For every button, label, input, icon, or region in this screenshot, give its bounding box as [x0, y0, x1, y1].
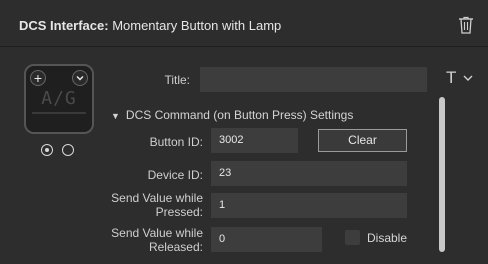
dcs-command-section-label: DCS Command (on Button Press) Settings — [125, 108, 354, 122]
send-pressed-label-line1: Send Value while — [111, 191, 203, 205]
action-title-name: Momentary Button with Lamp — [108, 18, 282, 33]
title-input[interactable] — [200, 67, 427, 92]
font-icon[interactable]: T — [446, 68, 456, 88]
state-radio-2[interactable] — [62, 144, 74, 156]
scrollbar[interactable] — [439, 97, 445, 252]
key-preview-text: A/G — [41, 88, 77, 109]
button-id-label: Button ID: — [149, 135, 203, 149]
plus-icon[interactable]: + — [30, 70, 46, 86]
dcs-command-section-toggle[interactable]: ▼ DCS Command (on Button Press) Settings — [111, 108, 353, 122]
device-id-input[interactable]: 23 — [211, 161, 407, 186]
key-preview-divider — [32, 112, 86, 114]
triangle-down-icon: ▼ — [111, 111, 120, 121]
inspector-header: DCS Interface: Momentary Button with Lam… — [0, 0, 488, 47]
action-title: DCS Interface: Momentary Button with Lam… — [19, 18, 281, 33]
send-pressed-label-line2: Pressed: — [155, 205, 203, 219]
disable-checkbox[interactable] — [345, 230, 360, 245]
action-title-plugin: DCS Interface: — [19, 18, 109, 33]
send-pressed-input[interactable]: 1 — [211, 193, 407, 218]
device-id-label: Device ID: — [147, 168, 203, 182]
chevron-down-icon[interactable] — [72, 70, 88, 86]
send-pressed-label: Send Value while Pressed: — [100, 191, 203, 219]
state-radio-1[interactable] — [41, 144, 53, 156]
send-released-input[interactable]: 0 — [211, 227, 322, 252]
key-preview[interactable]: + A/G — [24, 64, 94, 134]
send-released-label-line2: Released: — [148, 240, 203, 254]
button-id-input[interactable]: 3002 — [211, 128, 298, 153]
title-label: Title: — [164, 73, 190, 87]
disable-label: Disable — [367, 231, 408, 245]
send-released-label: Send Value while Released: — [100, 226, 203, 254]
trash-icon[interactable] — [458, 16, 474, 34]
clear-button[interactable]: Clear — [318, 129, 407, 152]
send-released-label-line1: Send Value while — [111, 226, 203, 240]
title-options-chevron-icon[interactable] — [463, 74, 473, 82]
